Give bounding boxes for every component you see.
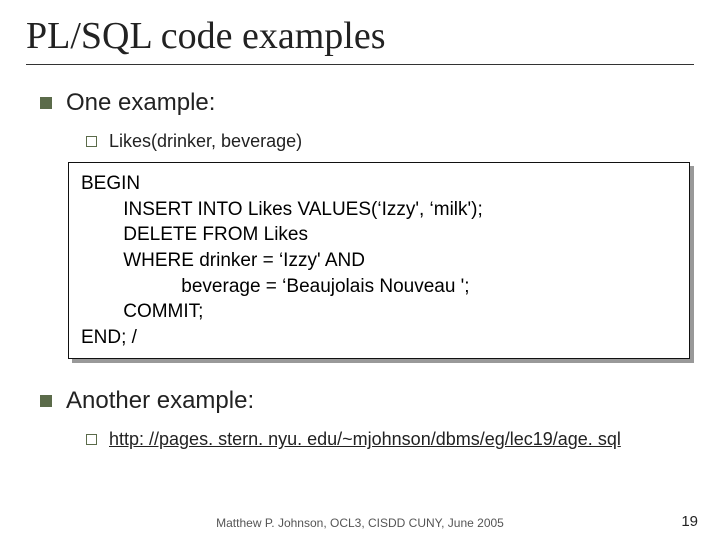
sub-bullet-likes: Likes(drinker, beverage) xyxy=(86,131,694,152)
hollow-square-icon xyxy=(86,136,97,147)
code-line: COMMIT; xyxy=(81,301,203,322)
bullet-text: Another example: xyxy=(66,387,254,415)
sub-bullet-link: http: //pages. stern. nyu. edu/~mjohnson… xyxy=(86,429,694,450)
bullet-text: One example: xyxy=(66,89,215,117)
code-container: BEGIN INSERT INTO Likes VALUES(‘Izzy', ‘… xyxy=(26,166,694,363)
code-line: BEGIN xyxy=(81,173,140,194)
hollow-square-icon xyxy=(86,434,97,445)
slide-title: PL/SQL code examples xyxy=(26,14,694,65)
code-line: WHERE drinker = ‘Izzy' AND xyxy=(81,250,365,271)
square-bullet-icon xyxy=(40,97,52,109)
code-line: DELETE FROM Likes xyxy=(81,224,308,245)
sub-bullet-text: Likes(drinker, beverage) xyxy=(109,131,302,152)
code-line: beverage = ‘Beaujolais Nouveau '; xyxy=(81,276,470,297)
footer-attribution: Matthew P. Johnson, OCL3, CISDD CUNY, Ju… xyxy=(0,516,720,530)
link-text[interactable]: http: //pages. stern. nyu. edu/~mjohnson… xyxy=(109,429,621,450)
code-line: END; / xyxy=(81,327,137,348)
bullet-list: One example: Likes(drinker, beverage) BE… xyxy=(26,89,694,450)
bullet-one-example: One example: xyxy=(40,89,694,117)
slide: PL/SQL code examples One example: Likes(… xyxy=(0,0,720,540)
code-box: BEGIN INSERT INTO Likes VALUES(‘Izzy', ‘… xyxy=(68,162,690,359)
square-bullet-icon xyxy=(40,395,52,407)
bullet-another-example: Another example: xyxy=(40,387,694,415)
page-number: 19 xyxy=(681,513,698,530)
code-line: INSERT INTO Likes VALUES(‘Izzy', ‘milk')… xyxy=(81,199,483,220)
